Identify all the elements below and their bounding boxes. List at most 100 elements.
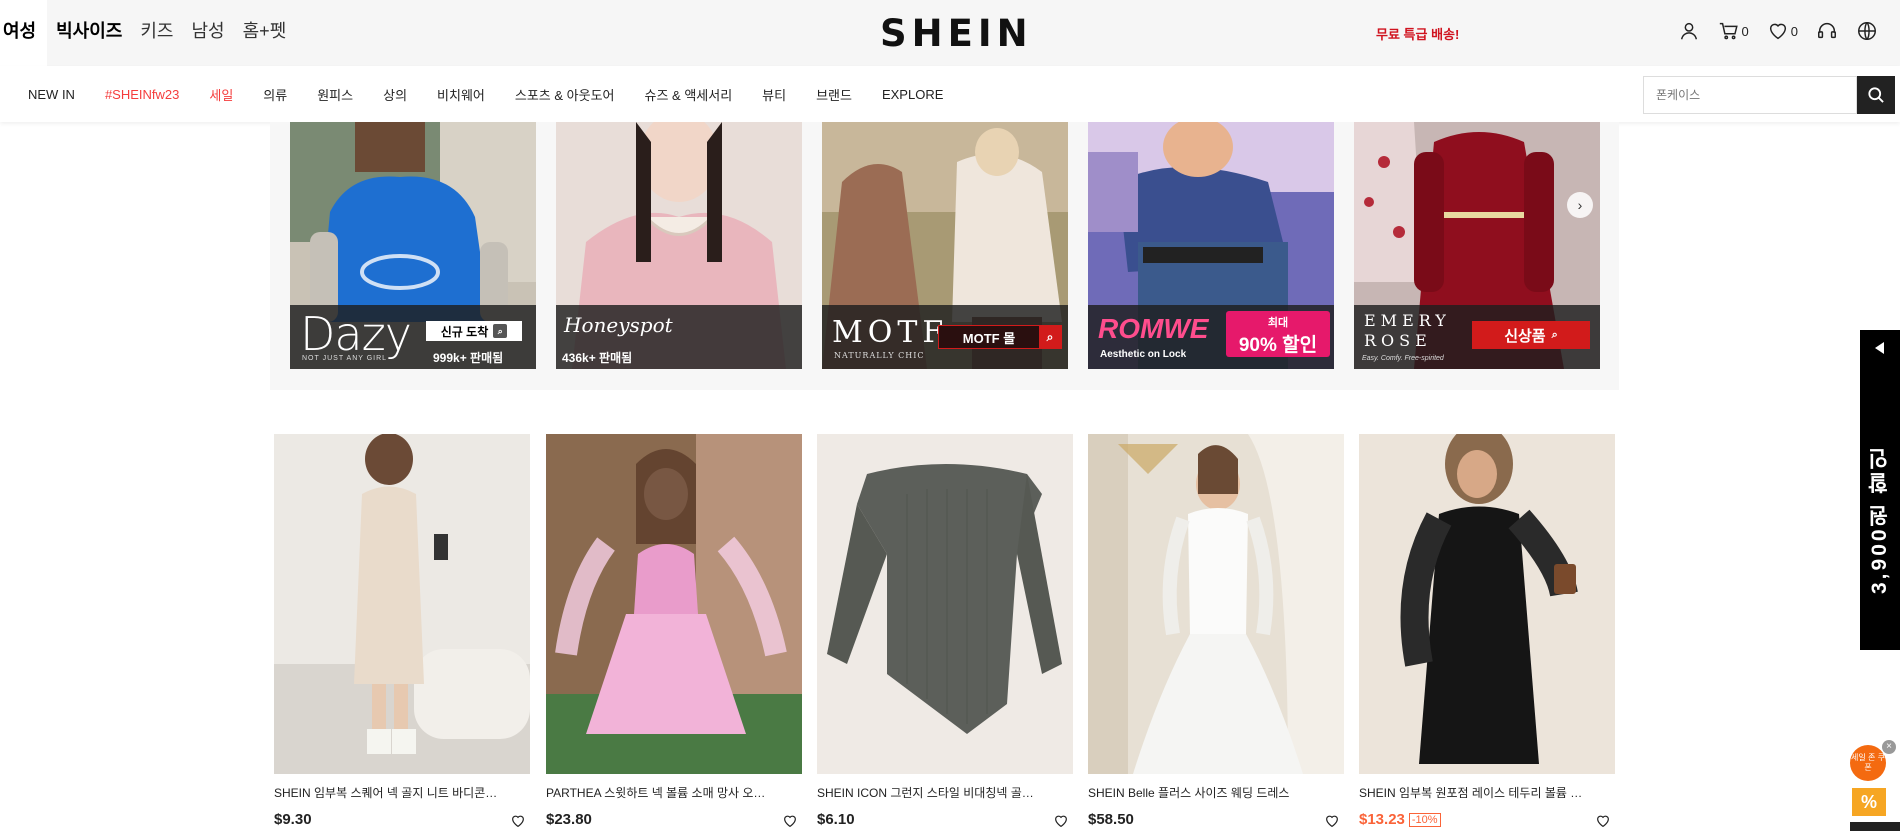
heart-icon[interactable] bbox=[510, 813, 526, 829]
product-photo-knit-dress bbox=[274, 434, 530, 774]
price-row: $6.10 bbox=[817, 811, 1073, 828]
free-shipping-promo[interactable]: 무료 특급 배송! bbox=[1376, 24, 1459, 43]
product-image[interactable] bbox=[274, 434, 530, 774]
product-card[interactable]: SHEIN 임부복 원포점 레이스 테두리 볼륨 소매 드레스 $13.23 -… bbox=[1359, 434, 1615, 828]
motf-mall-button[interactable]: MOTF 몰 ⌕ bbox=[938, 325, 1062, 349]
search-icon: ⌕ bbox=[493, 324, 508, 338]
romwe-cta-label: 90% 할인 bbox=[1238, 335, 1318, 356]
brand-tagline-emery-rose: Easy. Comfy. Free-spirited bbox=[1362, 355, 1444, 362]
cart-count: 0 bbox=[1741, 23, 1749, 39]
side-discount-text: 3,900원 할인 bbox=[1868, 445, 1891, 595]
percent-button[interactable]: % bbox=[1852, 788, 1886, 816]
nav-items: NEW IN #SHEINfw23 세일 의류 원피스 상의 비치웨어 스포츠 & 아웃도어 슈… bbox=[28, 66, 973, 122]
brand-label-emery-rose: EMERY ROSE Easy. Comfy. Free-spirited 신상… bbox=[1354, 305, 1600, 369]
brand-card-dazy[interactable]: Dazy NOT JUST ANY GIRL 신규 도착 ⌕ 999k+ 판매됨 bbox=[290, 122, 536, 369]
brand-card-motf[interactable]: MOTF NATURALLY CHIC MOTF 몰 ⌕ bbox=[822, 122, 1068, 369]
tab-home-pet[interactable]: 홈+펫 bbox=[234, 0, 296, 66]
brand-card-emery-rose[interactable]: EMERY ROSE Easy. Comfy. Free-spirited 신상… bbox=[1354, 122, 1600, 369]
header-icons: 0 0 bbox=[1678, 20, 1878, 42]
heart-icon[interactable] bbox=[1053, 813, 1069, 829]
product-name[interactable]: SHEIN 임부복 스퀘어 넥 골지 니트 바디콘 드레스 bbox=[274, 784, 499, 801]
nav-item[interactable]: 세일 bbox=[209, 85, 233, 104]
dazy-new-arrivals-button[interactable]: 신규 도착 ⌕ bbox=[426, 321, 522, 341]
product-name[interactable]: PARTHEA 스윗하트 넥 볼륨 소매 망사 오버레이 드레스 bbox=[546, 784, 771, 801]
product-card[interactable]: SHEIN 임부복 스퀘어 넥 골지 니트 바디콘 드레스 $9.30 bbox=[274, 434, 530, 828]
price-row: $23.80 bbox=[546, 811, 802, 828]
main-nav: NEW IN #SHEINfw23 세일 의류 원피스 상의 비치웨어 스포츠 & 아웃도어 슈… bbox=[0, 66, 1900, 122]
nav-item[interactable]: EXPLORE bbox=[882, 87, 943, 102]
romwe-sale-button[interactable]: 최대 90% 할인 bbox=[1226, 311, 1330, 357]
tab-women[interactable]: 여성 bbox=[0, 0, 48, 66]
nav-item[interactable]: 슈즈 & 액세서리 bbox=[645, 85, 733, 104]
discount-badge: -10% bbox=[1408, 812, 1441, 827]
product-name[interactable]: SHEIN Belle 플러스 사이즈 웨딩 드레스 bbox=[1088, 784, 1313, 801]
side-discount-tab[interactable]: 3,900원 할인 bbox=[1860, 330, 1900, 650]
heart-icon[interactable] bbox=[1595, 813, 1611, 829]
brand-card-honeyspot[interactable]: Honeyspot 436k+ 판매됨 bbox=[556, 122, 802, 369]
search-button[interactable] bbox=[1857, 76, 1895, 114]
brand-label-romwe: ROMWE Aesthetic on Lock 최대 90% 할인 bbox=[1088, 305, 1334, 369]
heart-icon[interactable] bbox=[1324, 813, 1340, 829]
nav-item[interactable]: #SHEINfw23 bbox=[105, 87, 179, 102]
brand-name-dazy: Dazy bbox=[300, 307, 412, 361]
tab-kids[interactable]: 키즈 bbox=[131, 0, 182, 66]
price-row: $9.30 bbox=[274, 811, 530, 828]
product-card[interactable]: SHEIN ICON 그런지 스타일 비대칭넥 골지 니트 탑 $6.10 bbox=[817, 434, 1073, 828]
product-photo-black-dress bbox=[1359, 434, 1615, 774]
wishlist-button[interactable]: 0 bbox=[1767, 20, 1798, 42]
user-icon bbox=[1680, 22, 1697, 40]
brand-name-emery-rose: EMERY ROSE bbox=[1364, 311, 1451, 350]
product-name[interactable]: SHEIN ICON 그런지 스타일 비대칭넥 골지 니트 탑 bbox=[817, 784, 1042, 801]
nav-item[interactable]: 의류 bbox=[263, 85, 287, 104]
nav-item[interactable]: 뷰티 bbox=[762, 85, 786, 104]
brand-card-romwe[interactable]: ROMWE Aesthetic on Lock 최대 90% 할인 bbox=[1088, 122, 1334, 369]
support-button[interactable] bbox=[1816, 20, 1838, 42]
nav-item[interactable]: 브랜드 bbox=[816, 85, 852, 104]
heart-icon[interactable] bbox=[782, 813, 798, 829]
brand-tagline-motf: NATURALLY CHIC bbox=[834, 351, 925, 360]
emery-rose-new-button[interactable]: 신상품 ⌕ bbox=[1472, 321, 1590, 349]
close-icon[interactable]: × bbox=[1882, 740, 1896, 754]
brand-name-motf: MOTF bbox=[832, 315, 949, 350]
chevron-right-icon: › bbox=[1577, 197, 1583, 213]
account-button[interactable] bbox=[1678, 20, 1700, 42]
product-name[interactable]: SHEIN 임부복 원포점 레이스 테두리 볼륨 소매 드레스 bbox=[1359, 784, 1584, 801]
cart-button[interactable]: 0 bbox=[1718, 20, 1749, 42]
nav-item[interactable]: 원피스 bbox=[317, 85, 353, 104]
language-button[interactable] bbox=[1856, 20, 1878, 42]
category-tabs: 여성 빅사이즈 키즈 남성 홈+펫 bbox=[0, 0, 295, 66]
emery-rose-cta-label: 신상품 bbox=[1504, 327, 1546, 345]
back-to-top-bar[interactable] bbox=[1850, 822, 1900, 831]
price-row: $58.50 bbox=[1088, 811, 1344, 828]
product-image[interactable] bbox=[1088, 434, 1344, 774]
motf-cta-label: MOTF 몰 bbox=[962, 330, 1016, 346]
product-price: $6.10 bbox=[817, 811, 855, 828]
brand-name-romwe: ROMWE bbox=[1098, 313, 1209, 344]
nav-item[interactable]: 스포츠 & 아웃도어 bbox=[515, 85, 615, 104]
product-card[interactable]: SHEIN Belle 플러스 사이즈 웨딩 드레스 $58.50 bbox=[1088, 434, 1344, 828]
shein-logo[interactable]: SHEIN bbox=[880, 12, 1033, 55]
product-photo-knit-top bbox=[817, 434, 1073, 774]
brand-label-honeyspot: Honeyspot 436k+ 판매됨 bbox=[556, 305, 802, 369]
cart-icon bbox=[1719, 22, 1738, 40]
tab-men[interactable]: 남성 bbox=[183, 0, 234, 66]
dazy-cta-label: 신규 도착 bbox=[440, 324, 489, 339]
product-image[interactable] bbox=[817, 434, 1073, 774]
search-icon: ⌕ bbox=[1551, 328, 1558, 341]
product-image[interactable] bbox=[1359, 434, 1615, 774]
heart-icon bbox=[1769, 23, 1786, 40]
search-icon: ⌕ bbox=[1039, 326, 1061, 348]
nav-item[interactable]: 비치웨어 bbox=[437, 85, 485, 104]
search-input[interactable] bbox=[1644, 77, 1858, 113]
nav-item[interactable]: NEW IN bbox=[28, 87, 75, 102]
carousel-next-button[interactable]: › bbox=[1567, 192, 1593, 218]
dazy-sold-count: 999k+ 판매됨 bbox=[433, 351, 504, 365]
price-row: $13.23 -10% bbox=[1359, 811, 1615, 828]
product-image[interactable] bbox=[546, 434, 802, 774]
nav-item[interactable]: 상의 bbox=[383, 85, 407, 104]
brand-tagline-dazy: NOT JUST ANY GIRL bbox=[302, 355, 388, 362]
product-card[interactable]: PARTHEA 스윗하트 넥 볼륨 소매 망사 오버레이 드레스 $23.80 bbox=[546, 434, 802, 828]
tab-plus-size[interactable]: 빅사이즈 bbox=[47, 0, 131, 66]
product-price: $23.80 bbox=[546, 811, 592, 828]
coupon-badge[interactable]: 세일 존 쿠폰 bbox=[1850, 745, 1886, 781]
